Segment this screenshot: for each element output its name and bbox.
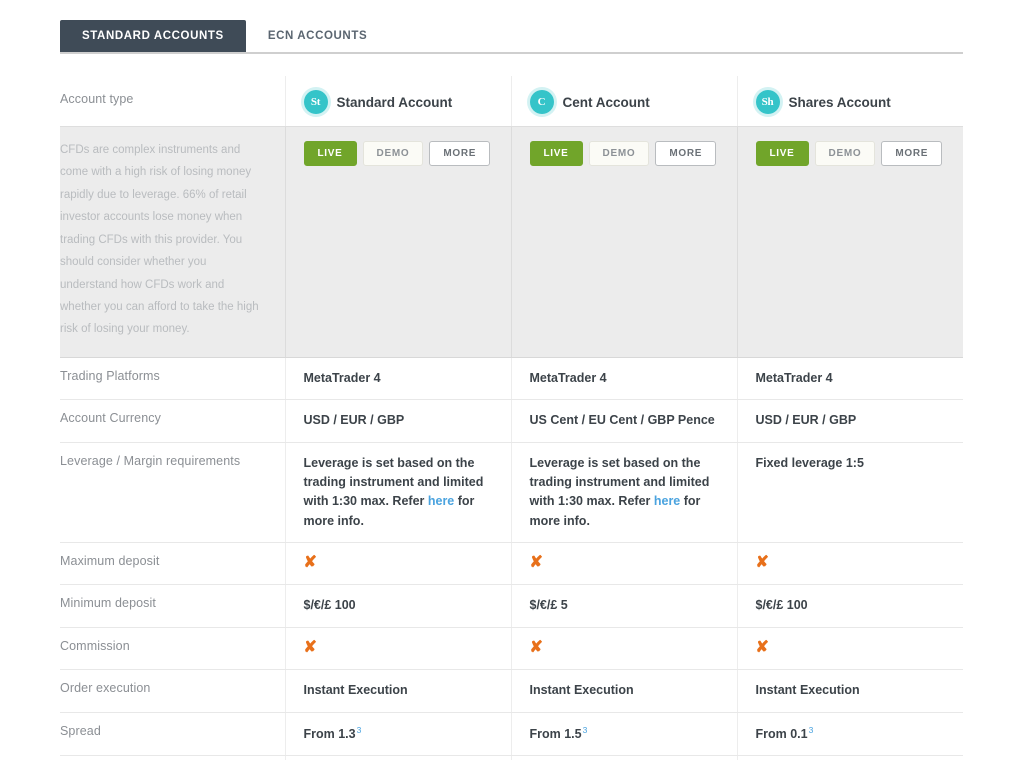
live-button[interactable]: LIVE	[303, 141, 357, 166]
tab-standard-accounts-label: STANDARD ACCOUNTS	[82, 30, 224, 42]
row-value: Instant Execution	[284, 669, 511, 713]
account-comparison-page: STANDARD ACCOUNTS ECN ACCOUNTS Account t…	[0, 0, 1024, 760]
cross-icon: ✘	[303, 554, 317, 572]
table-row: Order execution Instant Execution Instant …	[60, 669, 963, 713]
row-value: From 1.33	[284, 712, 511, 757]
table-row: Maximum deposit ✘ ✘ ✘	[60, 542, 963, 586]
row-value: 80%	[284, 755, 511, 760]
row-label: Order execution	[60, 669, 285, 713]
row-value: MetaTrader 4	[510, 357, 737, 401]
more-button[interactable]: MORE	[655, 141, 717, 166]
footnote-marker[interactable]: 3	[356, 725, 362, 735]
row-value: Leverage is set based on the trading ins…	[284, 442, 511, 544]
account-action-buttons: LIVE DEMO MORE	[738, 127, 964, 291]
row-value: USD / EUR / GBP	[284, 399, 511, 443]
row-value-text: From 1.3	[303, 726, 356, 741]
table-row: Trading Platforms MetaTrader 4 MetaTrader …	[60, 357, 963, 401]
row-value-text: From 1.5	[529, 726, 582, 741]
account-name: Shares Account	[788, 94, 891, 110]
row-value-text: From 0.1	[755, 726, 808, 741]
row-label: Maximum deposit	[60, 542, 285, 586]
account-header-cell: C Cent Account	[510, 76, 737, 127]
table-row: Commission ✘ ✘ ✘	[60, 627, 963, 671]
demo-button[interactable]: DEMO	[362, 141, 424, 166]
row-value: ✘	[736, 627, 963, 671]
demo-button[interactable]: DEMO	[814, 141, 876, 166]
shares-account-icon: Sh	[755, 90, 780, 114]
tab-ecn-accounts[interactable]: ECN ACCOUNTS	[246, 20, 389, 52]
row-value: MetaTrader 4	[736, 357, 963, 401]
account-action-buttons: LIVE DEMO MORE	[286, 127, 511, 291]
row-value: US Cent / EU Cent / GBP Pence	[510, 399, 737, 443]
row-value: 80%	[736, 755, 963, 760]
account-actions-cell: LIVE DEMO MORE	[284, 126, 511, 358]
account-actions-cell: LIVE DEMO MORE	[510, 126, 737, 358]
more-button[interactable]: MORE	[881, 141, 943, 166]
account-type-tabbar: STANDARD ACCOUNTS ECN ACCOUNTS	[60, 20, 963, 54]
row-value: From 0.13	[736, 712, 963, 757]
live-button[interactable]: LIVE	[755, 141, 809, 166]
table-body: Account type St Standard Account C Cent Acco…	[60, 76, 963, 760]
footnote-marker[interactable]: 3	[808, 725, 814, 735]
row-label: Spread	[60, 712, 285, 757]
account-header: C Cent Account	[512, 84, 737, 114]
live-button[interactable]: LIVE	[529, 141, 583, 166]
account-header: St Standard Account	[286, 84, 511, 114]
row-value: $/€/£ 100	[736, 584, 963, 628]
footnote-marker[interactable]: 3	[582, 725, 588, 735]
account-header: Sh Shares Account	[738, 84, 964, 114]
account-action-buttons: LIVE DEMO MORE	[512, 127, 737, 291]
row-value: 80%	[510, 755, 737, 760]
account-header-cell: Sh Shares Account	[736, 76, 964, 127]
row-value: ✘	[736, 542, 963, 586]
row-value: ✘	[284, 542, 511, 586]
cent-account-icon: C	[529, 90, 554, 114]
table-row: Spread From 1.33 From 1.53 From 0.13	[60, 712, 963, 757]
row-value: $/€/£ 5	[510, 584, 737, 628]
demo-button[interactable]: DEMO	[588, 141, 650, 166]
table-header-row: Account type St Standard Account C Cent Acco…	[60, 76, 963, 127]
risk-and-actions-row: CFDs are complex instruments and come wi…	[60, 126, 964, 358]
more-button[interactable]: MORE	[429, 141, 491, 166]
table-row: Leverage / Margin requirements Leverage i…	[60, 442, 963, 544]
row-label: Commission	[60, 627, 285, 671]
more-info-link[interactable]: here	[654, 494, 680, 508]
table-row: Minimum deposit $/€/£ 100 $/€/£ 5 $/€/£ 100	[60, 584, 963, 628]
table-row: Account Currency USD / EUR / GBP US Cent /…	[60, 399, 963, 443]
row-value: Fixed leverage 1:5	[736, 442, 963, 544]
account-name: Standard Account	[336, 94, 453, 110]
standard-account-icon: St	[303, 90, 328, 114]
row-label: Trading Platforms	[60, 357, 285, 401]
tab-ecn-accounts-label: ECN ACCOUNTS	[267, 30, 368, 42]
table-row: Margin Call80%80%80%	[60, 755, 963, 760]
cross-icon: ✘	[755, 638, 769, 656]
risk-warning-text: CFDs are complex instruments and come wi…	[60, 144, 259, 336]
row-value: $/€/£ 100	[284, 584, 511, 628]
row-value: Instant Execution	[736, 669, 963, 713]
account-name: Cent Account	[562, 94, 650, 110]
row-value: From 1.53	[510, 712, 737, 757]
row-label: Account Currency	[60, 399, 285, 443]
account-comparison-table: Account type St Standard Account C Cent Acco…	[60, 76, 963, 760]
row-value: USD / EUR / GBP	[736, 399, 963, 443]
cross-icon: ✘	[529, 638, 543, 656]
cross-icon: ✘	[303, 638, 317, 656]
row-label: Minimum deposit	[60, 584, 285, 628]
tab-standard-accounts[interactable]: STANDARD ACCOUNTS	[60, 20, 246, 52]
more-info-link[interactable]: here	[428, 494, 454, 508]
row-label: Margin Call	[60, 755, 285, 760]
row-value: ✘	[510, 627, 737, 671]
account-actions-cell: LIVE DEMO MORE	[736, 126, 964, 358]
cross-icon: ✘	[529, 554, 543, 572]
row-value: Leverage is set based on the trading ins…	[510, 442, 737, 544]
account-type-label: Account type	[60, 76, 285, 127]
row-value: Instant Execution	[510, 669, 737, 713]
risk-warning-cell: CFDs are complex instruments and come wi…	[60, 126, 285, 358]
row-value: ✘	[510, 542, 737, 586]
cross-icon: ✘	[755, 554, 769, 572]
row-value: MetaTrader 4	[284, 357, 511, 401]
row-label: Leverage / Margin requirements	[60, 442, 285, 544]
row-value: ✘	[284, 627, 511, 671]
account-header-cell: St Standard Account	[284, 76, 511, 127]
